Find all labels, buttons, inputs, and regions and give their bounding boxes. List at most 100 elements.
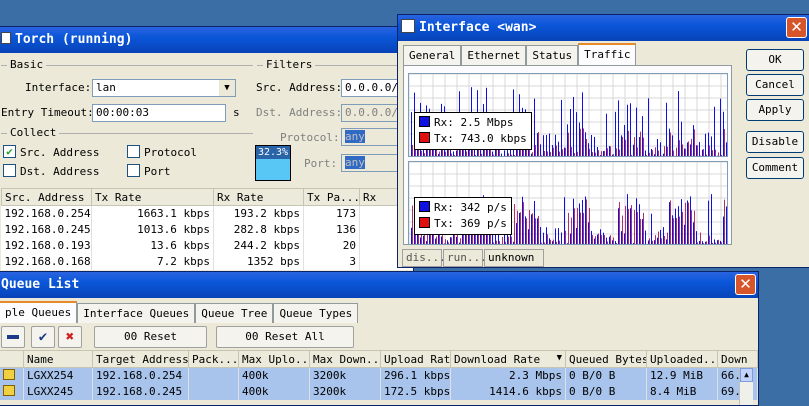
col-downloaded[interactable]: Down bbox=[718, 351, 758, 368]
tx-bar bbox=[604, 151, 605, 156]
cancel-button[interactable]: Cancel bbox=[746, 74, 804, 96]
tab-queue-tree[interactable]: Queue Tree bbox=[195, 303, 273, 323]
col-tx-rate[interactable]: Tx Rate bbox=[92, 189, 214, 206]
reset-counters-button[interactable]: 00 Reset Counters bbox=[94, 326, 207, 348]
rx-bar bbox=[552, 241, 553, 244]
tx-bar bbox=[574, 208, 575, 244]
interface-select-value: lan bbox=[96, 81, 116, 94]
tx-bar bbox=[532, 213, 533, 244]
rx-bar bbox=[576, 112, 577, 156]
table-row[interactable]: 192.168.0.2541663.1 kbps193.2 kbps173 bbox=[2, 206, 415, 222]
cell-max-upload: 400k bbox=[239, 384, 310, 400]
rx-bar bbox=[594, 137, 595, 156]
dst-address-checkbox[interactable] bbox=[3, 164, 16, 177]
cell-rx-rate: 193.2 kbps bbox=[214, 206, 304, 222]
col-flag[interactable] bbox=[0, 351, 24, 368]
rx-bar bbox=[621, 231, 622, 244]
tx-bar bbox=[610, 235, 611, 244]
rx-bar bbox=[459, 243, 460, 244]
reset-all-counters-button[interactable]: 00 Reset All Counters bbox=[216, 326, 354, 348]
tab-status[interactable]: Status bbox=[526, 45, 578, 65]
ok-button[interactable]: OK bbox=[746, 49, 804, 71]
tab-general[interactable]: General bbox=[403, 45, 461, 65]
queue-list-window: Queue List ✕ ple Queues Interface Queues… bbox=[0, 271, 759, 406]
rx-bar bbox=[723, 112, 724, 156]
col-name[interactable]: Name bbox=[24, 351, 93, 368]
enable-button[interactable]: ✔ bbox=[31, 326, 55, 348]
rx-bar bbox=[657, 139, 658, 156]
rx-bar bbox=[681, 199, 682, 244]
col-rx-rate[interactable]: Rx Rate bbox=[214, 189, 304, 206]
remove-button[interactable] bbox=[1, 326, 25, 348]
col-max-download[interactable]: Max Down... bbox=[310, 351, 381, 368]
col-download-rate[interactable]: Download Rate▼ bbox=[451, 351, 566, 368]
tab-interface-queues[interactable]: Interface Queues bbox=[77, 303, 195, 323]
torch-title-bar[interactable]: Torch (running) bbox=[0, 27, 413, 53]
tx-bar bbox=[634, 137, 635, 156]
rx-bar bbox=[669, 129, 670, 156]
table-row[interactable]: 192.168.0.2451013.6 kbps282.8 kbps136 bbox=[2, 222, 415, 238]
rx-bar bbox=[684, 149, 685, 156]
tx-bar bbox=[658, 232, 659, 244]
col-tx-packets[interactable]: Tx Pa... bbox=[304, 189, 360, 206]
tx-bar bbox=[691, 210, 692, 244]
cell-src: 192.168.0.168 bbox=[2, 254, 92, 270]
status-link: unknown bbox=[484, 249, 544, 267]
x-icon: ✖ bbox=[66, 329, 74, 345]
chevron-down-icon[interactable]: ▼ bbox=[219, 80, 235, 96]
tab-simple-queues[interactable]: ple Queues bbox=[0, 301, 77, 323]
rx-bar bbox=[558, 228, 559, 244]
rx-bar bbox=[564, 197, 565, 244]
scroll-up-icon[interactable]: ▲ bbox=[740, 368, 753, 382]
tx-swatch bbox=[419, 132, 430, 143]
rx-bar bbox=[615, 241, 616, 244]
col-src-address[interactable]: Src. Address bbox=[2, 189, 92, 206]
disable-item-button[interactable]: ✖ bbox=[58, 326, 82, 348]
table-row[interactable]: LGXX254 192.168.0.254 400k 3200k 296.1 k… bbox=[0, 368, 758, 384]
table-row[interactable]: 192.168.0.19313.6 kbps244.2 kbps20 bbox=[2, 238, 415, 254]
apply-button[interactable]: Apply bbox=[746, 99, 804, 121]
tx-bar bbox=[595, 236, 596, 244]
disable-button[interactable]: Disable bbox=[746, 131, 804, 153]
interface-select[interactable]: lan ▼ bbox=[92, 79, 236, 97]
tx-bar bbox=[460, 238, 461, 244]
tx-bar bbox=[631, 205, 632, 244]
port-checkbox[interactable] bbox=[127, 164, 140, 177]
rx-bar bbox=[678, 91, 679, 156]
col-queued-bytes[interactable]: Queued Bytes bbox=[566, 351, 647, 368]
col-max-upload[interactable]: Max Uplo... bbox=[239, 351, 310, 368]
cell-uploaded: 12.9 MiB bbox=[647, 368, 718, 384]
table-row[interactable]: 192.168.0.1687.2 kbps1352 bps3 bbox=[2, 254, 415, 270]
vertical-scrollbar[interactable]: ▲ bbox=[739, 368, 753, 406]
tab-traffic[interactable]: Traffic bbox=[578, 43, 636, 65]
tab-queue-types[interactable]: Queue Types bbox=[273, 303, 358, 323]
tx-bar bbox=[721, 242, 722, 244]
queue-title-bar[interactable]: Queue List bbox=[0, 272, 758, 298]
rx-bar bbox=[531, 214, 532, 244]
tx-bar bbox=[412, 145, 413, 156]
src-address-checkbox[interactable]: ✔ bbox=[3, 145, 16, 158]
tx-bar bbox=[529, 210, 530, 244]
interface-title-bar[interactable]: Interface <wan> bbox=[398, 15, 809, 41]
cell-max-upload: 400k bbox=[239, 368, 310, 384]
col-packet-marks[interactable]: Pack... bbox=[189, 351, 239, 368]
entry-timeout-input[interactable]: 00:00:03 bbox=[92, 104, 226, 122]
table-row[interactable]: LGXX245 192.168.0.245 400k 3200k 172.5 k… bbox=[0, 384, 758, 400]
col-upload-rate[interactable]: Upload Rate bbox=[381, 351, 451, 368]
tx-bar bbox=[592, 235, 593, 244]
tx-bar bbox=[640, 219, 641, 244]
rx-bar bbox=[672, 135, 673, 156]
tx-bar bbox=[622, 137, 623, 156]
close-icon[interactable]: ✕ bbox=[786, 17, 807, 38]
tab-ethernet[interactable]: Ethernet bbox=[461, 45, 526, 65]
protocol-checkbox[interactable] bbox=[127, 145, 140, 158]
comment-button[interactable]: Comment bbox=[746, 157, 804, 179]
tx-bar bbox=[601, 151, 602, 156]
rx-bar bbox=[492, 152, 493, 156]
tx-bar bbox=[568, 213, 569, 244]
close-icon[interactable]: ✕ bbox=[735, 274, 756, 295]
rx-bar bbox=[537, 218, 538, 244]
col-uploaded[interactable]: Uploaded... bbox=[647, 351, 718, 368]
rx-bar bbox=[558, 142, 559, 156]
col-target-address[interactable]: Target Address bbox=[93, 351, 189, 368]
